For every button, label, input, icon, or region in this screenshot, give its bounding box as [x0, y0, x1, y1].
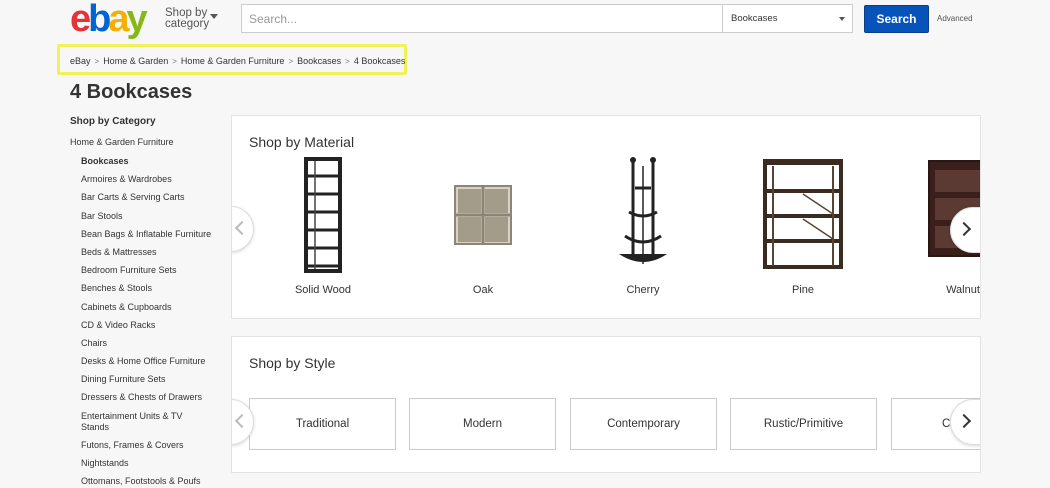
page: ebay Shop by category Bookcases Search A…	[0, 0, 1050, 488]
page-title: 4 Bookcases	[70, 81, 193, 103]
breadcrumb-item[interactable]: eBay	[70, 56, 91, 66]
shop-by-style-panel: Shop by Style Traditional Modern Contemp…	[231, 336, 981, 473]
search-button[interactable]: Search	[864, 5, 929, 33]
logo-letter-a: a	[108, 0, 129, 40]
sidebar-item[interactable]: Nightstands	[81, 458, 230, 476]
chevron-right-icon	[956, 221, 972, 237]
sidebar-item[interactable]: Entertainment Units & TV Stands	[81, 411, 201, 440]
material-item-oak[interactable]: Oak	[413, 156, 553, 296]
sidebar-item[interactable]: Cabinets & Cupboards	[81, 302, 230, 320]
sidebar-item[interactable]: Ottomans, Footstools & Poufs	[81, 476, 230, 488]
material-item-solid-wood[interactable]: Solid Wood	[253, 156, 393, 296]
sidebar-item[interactable]: Bedroom Furniture Sets	[81, 265, 230, 283]
breadcrumb: eBay > Home & Garden > Home & Garden Furnitu…	[70, 56, 405, 66]
search-input[interactable]	[242, 5, 722, 32]
breadcrumb-separator-icon: >	[345, 57, 350, 66]
breadcrumb-separator-icon: >	[172, 57, 177, 66]
shop-by-category-line2: category	[165, 18, 210, 30]
sidebar-parent-category[interactable]: Home & Garden Furniture	[70, 137, 230, 147]
sidebar-item[interactable]: Bar Carts & Serving Carts	[81, 192, 230, 210]
sidebar-item[interactable]: Dining Furniture Sets	[81, 374, 230, 392]
breadcrumb-item[interactable]: Home & Garden Furniture	[181, 56, 285, 66]
sidebar-item-bookcases: Bookcases	[81, 156, 129, 166]
logo-letter-b: b	[88, 0, 111, 40]
shop-by-category-button[interactable]: Shop by category	[165, 7, 218, 30]
sidebar-item[interactable]: CD & Video Racks	[81, 320, 230, 338]
sidebar-category-list: Bookcases Armoires & Wardrobes Bar Carts…	[70, 156, 230, 488]
bookcase-tall-image	[253, 156, 393, 276]
material-item-cherry[interactable]: Cherry	[573, 156, 713, 296]
breadcrumb-current: 4 Bookcases	[353, 56, 406, 66]
style-item-modern[interactable]: Modern	[409, 398, 556, 450]
breadcrumb-highlight: eBay > Home & Garden > Home & Garden Furnitu…	[57, 44, 407, 75]
caret-down-icon	[839, 17, 845, 21]
sidebar-item[interactable]: Desks & Home Office Furniture	[81, 356, 230, 374]
category-select[interactable]: Bookcases	[722, 5, 852, 32]
sidebar-item[interactable]: Chairs	[81, 338, 230, 356]
breadcrumb-item[interactable]: Home & Garden	[103, 56, 168, 66]
logo-letter-e: e	[70, 0, 91, 40]
shop-by-material-panel: Shop by Material Solid Wood Oak Cherry P…	[231, 115, 981, 319]
material-label: Oak	[472, 284, 494, 296]
breadcrumb-item[interactable]: Bookcases	[297, 56, 341, 66]
search-bar: Bookcases	[241, 4, 853, 33]
chevron-left-icon	[234, 220, 250, 236]
material-item-pine[interactable]: Pine	[733, 156, 873, 296]
sidebar-item[interactable]: Bean Bags & Inflatable Furniture	[81, 229, 230, 247]
material-prev-button[interactable]	[232, 206, 254, 252]
sidebar-item[interactable]: Armoires & Wardrobes	[81, 174, 230, 192]
shop-by-material-title: Shop by Material	[249, 134, 355, 150]
style-item-contemporary[interactable]: Contemporary	[570, 398, 717, 450]
category-select-value: Bookcases	[731, 13, 778, 24]
chevron-left-icon	[234, 413, 250, 429]
style-item-rustic-primitive[interactable]: Rustic/Primitive	[730, 398, 877, 450]
sidebar-item[interactable]: Bar Stools	[81, 211, 230, 229]
wide-bookcase-image	[733, 156, 873, 276]
material-label: Solid Wood	[294, 284, 352, 296]
chevron-right-icon	[956, 413, 972, 429]
sidebar-item[interactable]: Beds & Mattresses	[81, 247, 230, 265]
material-label: Walnut	[946, 284, 980, 296]
sidebar-item[interactable]: Futons, Frames & Covers	[81, 440, 230, 458]
shop-by-style-title: Shop by Style	[249, 355, 336, 371]
cube-shelf-image	[413, 156, 553, 276]
corner-shelf-image	[573, 156, 713, 276]
style-item-traditional[interactable]: Traditional	[249, 398, 396, 450]
sidebar-item[interactable]: Benches & Stools	[81, 283, 230, 301]
advanced-search-link[interactable]: Advanced	[937, 14, 973, 23]
material-label: Pine	[791, 284, 815, 296]
category-sidebar: Shop by Category Home & Garden Furniture…	[70, 116, 230, 488]
breadcrumb-separator-icon: >	[288, 57, 294, 66]
ebay-logo[interactable]: ebay	[70, 0, 148, 40]
material-label: Cherry	[626, 284, 660, 296]
sidebar-heading: Shop by Category	[70, 116, 156, 127]
logo-letter-y: y	[126, 0, 148, 40]
breadcrumb-separator-icon: >	[94, 57, 100, 66]
sidebar-item[interactable]: Dressers & Chests of Drawers	[81, 392, 230, 410]
caret-down-icon	[210, 14, 218, 19]
